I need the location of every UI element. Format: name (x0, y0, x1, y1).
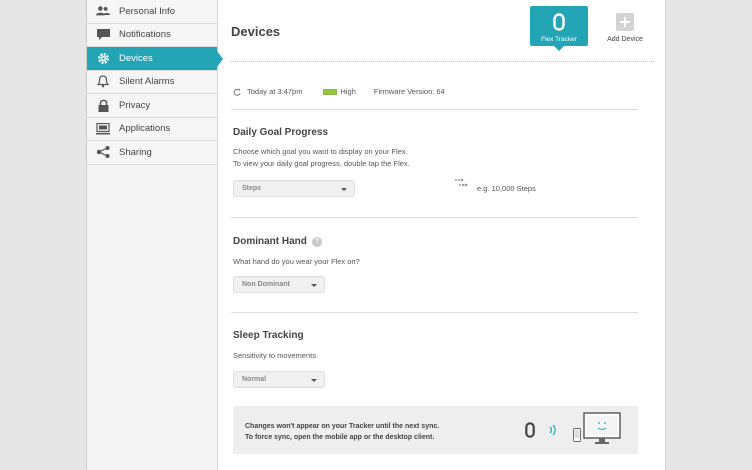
sidebar-item-label: Sharing (119, 146, 152, 158)
flex-band-icon (553, 13, 565, 31)
devices-panel: Devices Flex Tracker Add Device Today at… (218, 0, 667, 470)
gear-icon (96, 51, 110, 65)
chevron-down-icon (311, 379, 317, 382)
tracker-dots-icon (455, 178, 468, 187)
daily-goal-desc-line2: To view your daily goal progress, double… (233, 159, 410, 168)
sidebar-item-personal-info[interactable]: Personal Info (87, 0, 217, 24)
sidebar-item-notifications[interactable]: Notifications (87, 23, 217, 47)
tracker-label: Flex Tracker (541, 36, 577, 43)
flex-tracker-tile[interactable]: Flex Tracker (530, 6, 588, 51)
chevron-down-icon (311, 284, 317, 287)
plus-icon (616, 13, 634, 31)
dominant-hand-title: Dominant Hand (233, 236, 307, 247)
divider (231, 109, 638, 110)
dominant-hand-description: What hand do you wear your Flex on? (233, 257, 360, 266)
page-title: Devices (231, 24, 281, 39)
sidebar-item-applications[interactable]: Applications (87, 117, 217, 141)
sidebar-item-label: Personal Info (119, 5, 175, 17)
help-icon[interactable]: ? (311, 237, 322, 247)
people-icon (96, 4, 110, 18)
speech-bubble-icon (96, 28, 110, 42)
battery-icon (323, 88, 338, 95)
sync-notice: Changes won't appear on your Tracker unt… (233, 406, 638, 454)
sidebar-item-label: Devices (119, 52, 153, 64)
divider (231, 217, 638, 218)
share-icon (96, 145, 110, 159)
sync-notice-line1: Changes won't appear on your Tracker unt… (245, 423, 440, 430)
chevron-down-icon (341, 188, 347, 191)
sync-notice-text: Changes won't appear on your Tracker unt… (245, 421, 439, 443)
add-device-label: Add Device (607, 36, 643, 43)
dominant-hand-select[interactable]: Non Dominant (233, 276, 325, 293)
desktop-computer-icon (583, 412, 621, 444)
lock-icon (96, 98, 110, 112)
sidebar-item-sharing[interactable]: Sharing (87, 141, 217, 165)
battery-level: High (340, 87, 356, 96)
daily-goal-select[interactable]: Steps (233, 180, 355, 197)
sidebar-item-privacy[interactable]: Privacy (87, 94, 217, 118)
sleep-tracking-description: Sensitivity to movements (233, 351, 316, 360)
sidebar-item-label: Applications (119, 123, 171, 135)
daily-goal-example: e.g. 10,000 Steps (477, 184, 536, 193)
daily-goal-description: Choose which goal you want to display on… (233, 146, 410, 170)
wireless-signal-icon (549, 424, 556, 436)
monitor-icon (96, 122, 110, 136)
add-device-button[interactable]: Add Device (603, 13, 647, 43)
sidebar-item-label: Privacy (119, 99, 151, 111)
daily-goal-desc-line1: Choose which goal you want to display on… (233, 147, 408, 156)
bell-icon (96, 75, 110, 89)
sync-icon (233, 88, 241, 96)
daily-goal-selected-value: Steps (242, 185, 262, 192)
header-divider (231, 61, 654, 62)
daily-goal-title: Daily Goal Progress (233, 127, 329, 138)
sidebar-item-devices[interactable]: Devices (87, 47, 223, 71)
firmware-version: Firmware Version: 64 (373, 87, 445, 96)
sleep-sensitivity-select[interactable]: Normal (233, 371, 325, 388)
sleep-selected-value: Normal (242, 376, 267, 383)
dominant-hand-heading: Dominant Hand? (233, 236, 322, 247)
sync-status: Today at 3:47pm High Firmware Version: 6… (233, 87, 445, 96)
sync-notice-line2: To force sync, open the mobile app or th… (245, 434, 435, 441)
settings-sidebar: Personal Info Notifications Devices Sile… (87, 0, 223, 470)
flex-band-icon (525, 422, 535, 438)
sidebar-item-label: Notifications (119, 29, 171, 41)
sidebar-item-silent-alarms[interactable]: Silent Alarms (87, 70, 217, 94)
sidebar-item-label: Silent Alarms (119, 76, 175, 88)
sleep-tracking-title: Sleep Tracking (233, 330, 304, 341)
phone-icon (573, 428, 581, 442)
settings-window: Personal Info Notifications Devices Sile… (86, 0, 666, 470)
last-sync-time: Today at 3:47pm (247, 87, 303, 96)
divider (231, 312, 638, 313)
dominant-hand-selected-value: Non Dominant (242, 281, 290, 288)
